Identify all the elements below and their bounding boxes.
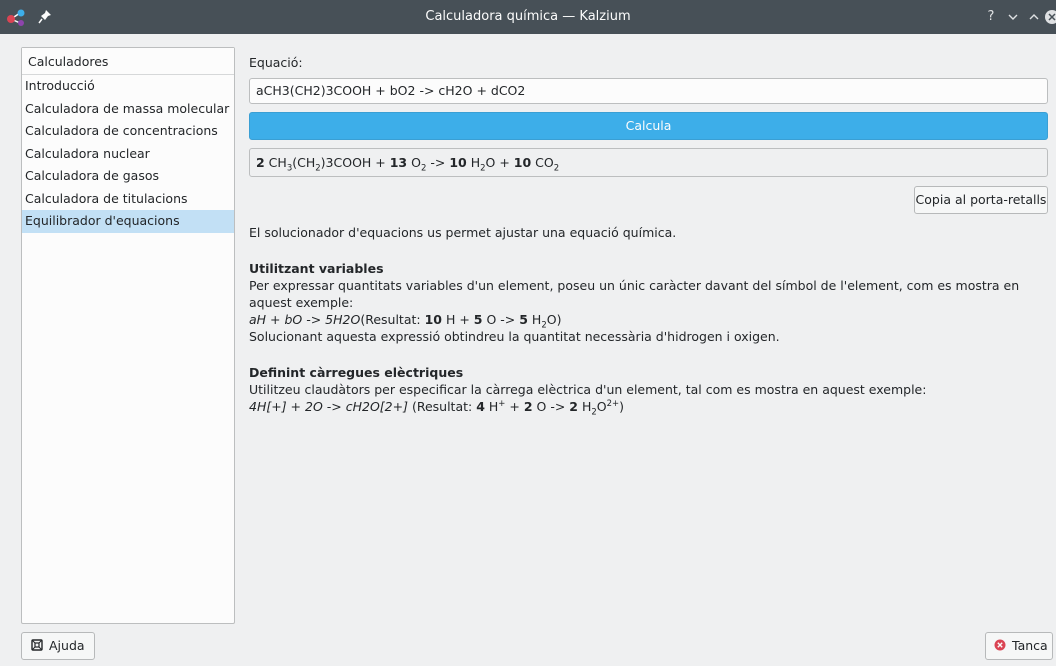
sidebar-item-concentration[interactable]: Calculadora de concentracions [22,120,234,143]
close-button[interactable]: Tanca [985,632,1053,660]
help-charges-title: Definint càrregues elèctriques [249,365,464,380]
help-intro: El solucionador d'equacions us permet aj… [249,225,677,240]
minimize-icon[interactable] [1005,9,1021,25]
equation-input[interactable]: aCH3(CH2)3COOH + bO2 -> cH2O + dCO2 [249,78,1048,104]
close-window-icon[interactable] [1044,9,1056,25]
copy-to-clipboard-button[interactable]: Copia al porta-retalls [914,186,1048,214]
help-text: El solucionador d'equacions us permet aj… [249,222,1049,418]
help-variables-title: Utilitzant variables [249,261,384,276]
help-lifebuoy-icon [31,634,43,660]
calculate-button[interactable]: Calcula [249,112,1048,140]
close-button-label: Tanca [1012,638,1048,653]
maximize-icon[interactable] [1026,9,1042,25]
help-question-icon[interactable]: ? [983,9,999,25]
help-button[interactable]: Ajuda [21,632,95,660]
result-display: 2 CH3(CH2)3COOH + 13 O2 -> 10 H2O + 10 C… [249,148,1048,177]
calculators-list: Calculadores Introducció Calculadora de … [21,47,235,624]
calculators-list-header[interactable]: Calculadores [22,48,234,75]
sidebar-item-introduction[interactable]: Introducció [22,75,234,98]
sidebar-item-nuclear[interactable]: Calculadora nuclear [22,143,234,166]
sidebar-item-equation-balancer[interactable]: Equilibrador d'equacions [22,210,234,233]
help-variables-note: Solucionant aquesta expressió obtindreu … [249,329,780,344]
sidebar-item-titration[interactable]: Calculadora de titulacions [22,188,234,211]
sidebar-item-molecular-mass[interactable]: Calculadora de massa molecular [22,98,234,121]
window-titlebar: Calculadora química — Kalzium ? [0,0,1056,34]
help-variables-text: Per expressar quantitats variables d'un … [249,278,1020,310]
sidebar-item-gas[interactable]: Calculadora de gasos [22,165,234,188]
equation-label: Equació: [249,55,303,70]
window-title: Calculadora química — Kalzium [425,9,631,24]
help-charges-example: 4H[+] + 2O -> cH2O[2+] (Resultat: 4 H+ +… [249,398,625,418]
help-button-label: Ajuda [49,638,85,653]
help-variables-example: aH + bO -> 5H2O(Resultat: 10 H + 5 O -> … [249,312,562,331]
close-circle-icon [994,634,1006,660]
help-charges-text: Utilitzeu claudàtors per especificar la … [249,382,927,397]
